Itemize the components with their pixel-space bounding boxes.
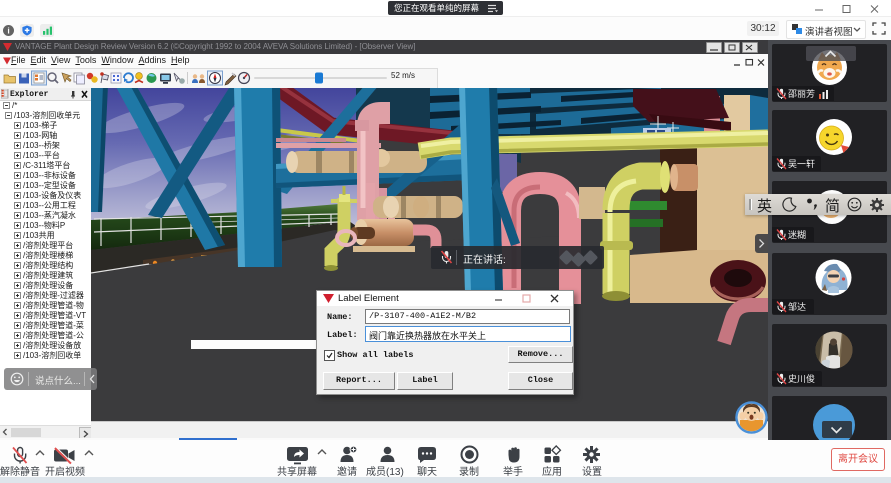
svg-text:i: i xyxy=(7,26,9,36)
